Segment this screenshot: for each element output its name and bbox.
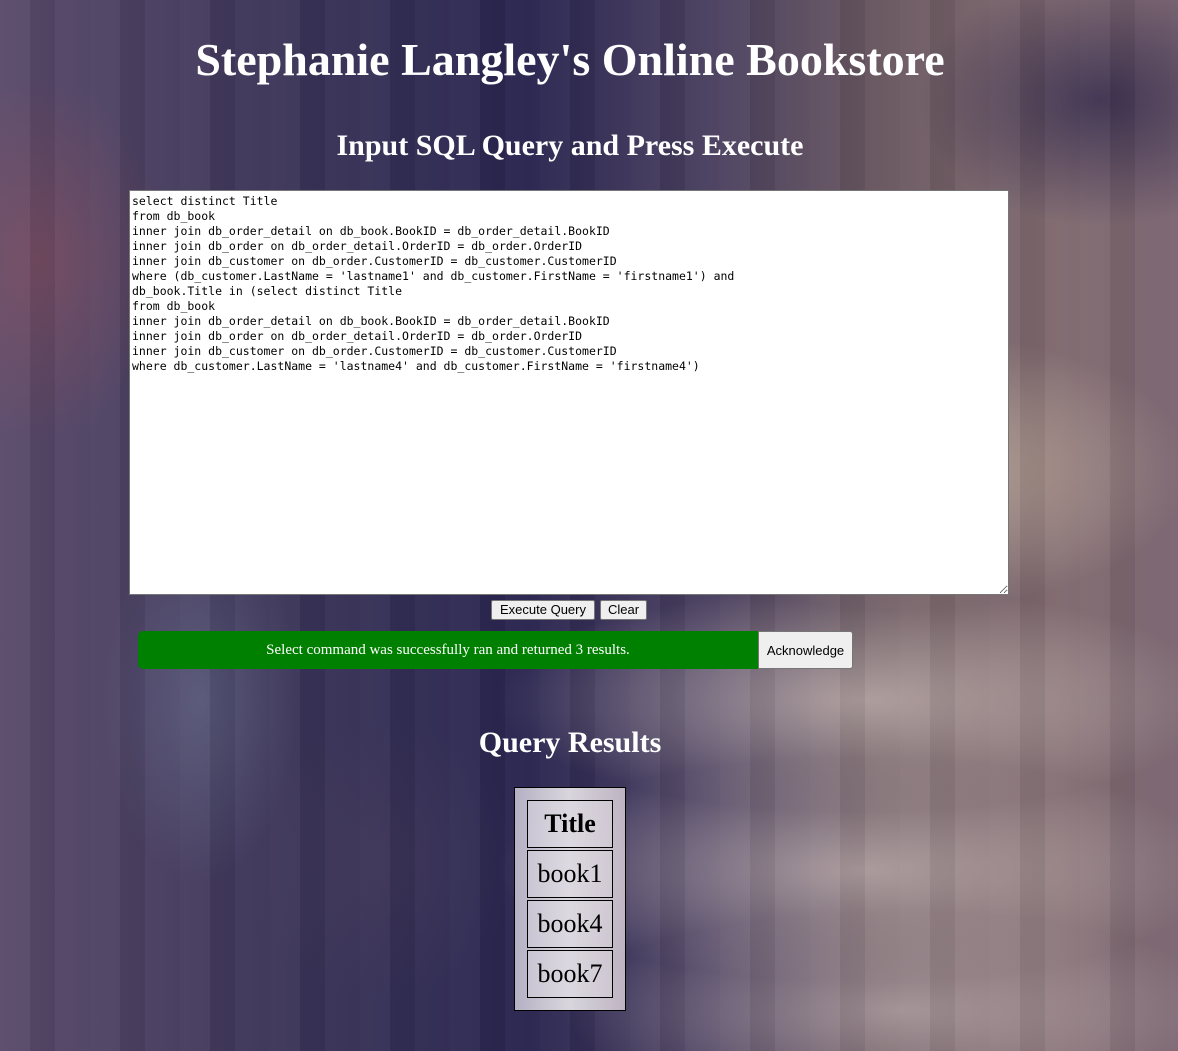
sql-query-input[interactable]: select distinct Title from db_book inner… xyxy=(129,190,1009,595)
execute-query-button[interactable]: Execute Query xyxy=(491,600,595,620)
table-header-row: Title xyxy=(527,800,613,848)
results-table: Title book1 book4 book7 xyxy=(514,787,626,1011)
query-results-heading: Query Results xyxy=(478,726,662,759)
table-row: book7 xyxy=(527,950,613,998)
acknowledge-button[interactable]: Acknowledge xyxy=(758,631,853,669)
table-cell: book7 xyxy=(527,950,613,998)
query-instructions-heading: Input SQL Query and Press Execute xyxy=(336,129,804,162)
status-message: Select command was successfully ran and … xyxy=(138,631,758,669)
page-title: Stephanie Langley's Online Bookstore xyxy=(195,34,945,85)
table-row: book1 xyxy=(527,850,613,898)
table-row: book4 xyxy=(527,900,613,948)
table-cell: book1 xyxy=(527,850,613,898)
clear-button[interactable]: Clear xyxy=(600,600,647,620)
table-cell: book4 xyxy=(527,900,613,948)
column-header-title: Title xyxy=(527,800,613,848)
